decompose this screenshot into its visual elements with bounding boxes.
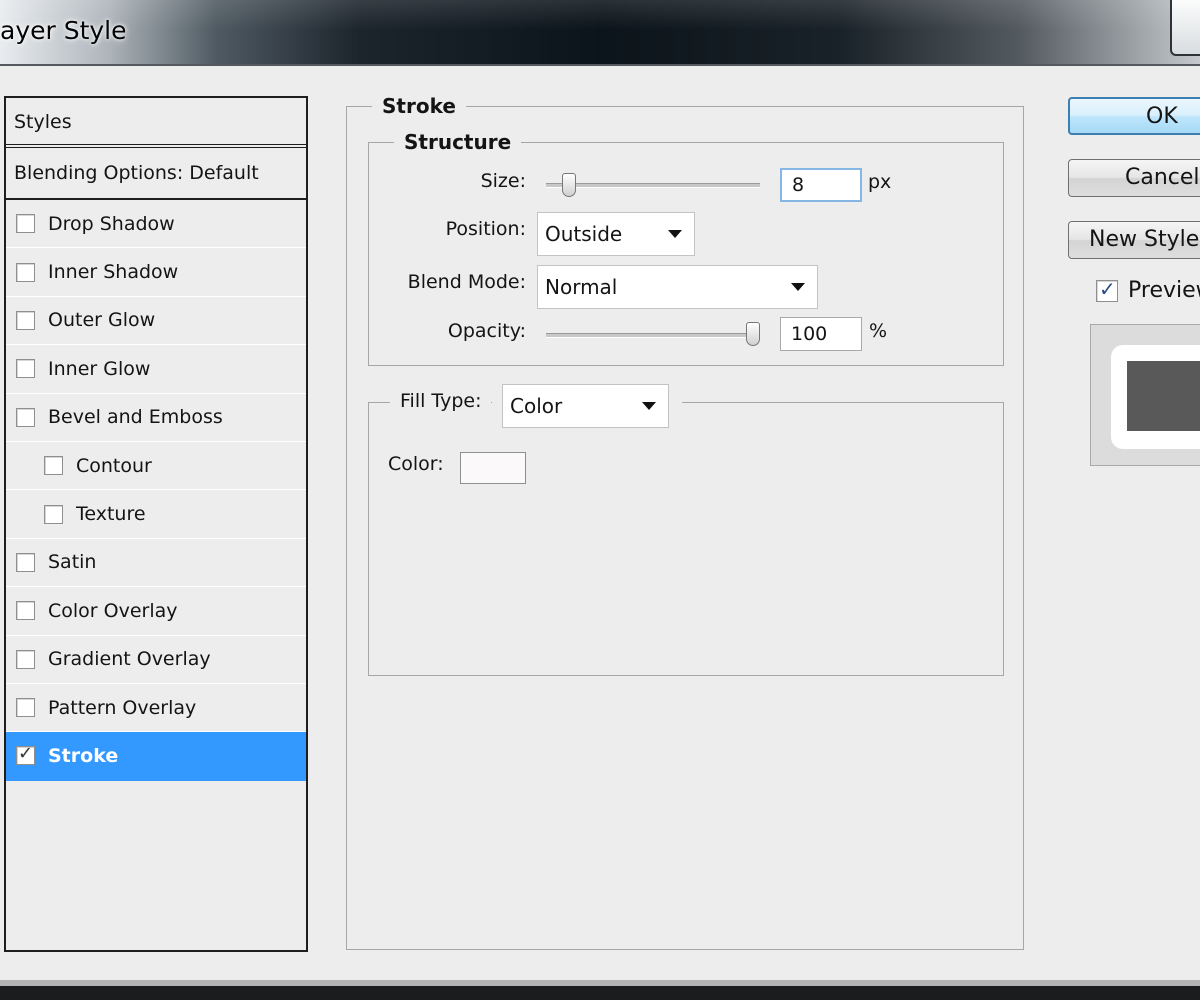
fill-type-select[interactable]: Color	[502, 384, 669, 428]
blend-mode-value: Normal	[545, 275, 618, 299]
style-item-texture[interactable]: Texture	[6, 490, 306, 539]
fill-type-label: Fill Type:	[390, 386, 492, 424]
style-item-inner-glow[interactable]: Inner Glow	[6, 345, 306, 394]
style-item-outer-glow[interactable]: Outer Glow	[6, 297, 306, 346]
style-item-inner-shadow[interactable]: Inner Shadow	[6, 248, 306, 297]
preview-label: Preview	[1128, 278, 1200, 303]
preview-checkbox[interactable]	[1096, 277, 1118, 302]
styles-panel: Styles Blending Options: Default Drop Sh…	[4, 96, 308, 952]
preview-stroke	[1111, 345, 1200, 449]
opacity-input[interactable]: 100	[780, 317, 862, 351]
style-checkbox[interactable]	[16, 601, 35, 621]
structure-title: Structure	[394, 130, 522, 154]
style-item-label: Outer Glow	[48, 309, 156, 332]
style-item-gradient-overlay[interactable]: Gradient Overlay	[6, 636, 306, 684]
position-select[interactable]: Outside	[537, 212, 695, 256]
style-item-label: Contour	[76, 454, 152, 477]
position-label: Position:	[445, 218, 526, 240]
style-item-label: Stroke	[48, 744, 119, 767]
style-item-label: Bevel and Emboss	[48, 406, 223, 429]
styles-header[interactable]: Styles	[6, 98, 306, 148]
size-label: Size:	[480, 170, 526, 192]
style-item-drop-shadow[interactable]: Drop Shadow	[6, 200, 306, 249]
style-item-label: Satin	[48, 551, 97, 574]
window-bottom-frame	[0, 980, 1200, 1000]
style-checkbox[interactable]	[16, 698, 35, 718]
opacity-unit: %	[869, 320, 888, 342]
style-checkbox[interactable]	[16, 214, 35, 234]
fill-type-value: Color	[510, 394, 563, 418]
style-item-label: Pattern Overlay	[48, 696, 197, 719]
position-value: Outside	[545, 222, 623, 246]
title-bar-shine	[0, 0, 1200, 30]
color-swatch[interactable]	[460, 452, 526, 484]
blend-mode-select[interactable]: Normal	[537, 265, 818, 309]
chevron-down-icon	[668, 230, 682, 238]
size-slider-track[interactable]	[546, 183, 760, 188]
style-checkbox[interactable]	[16, 310, 35, 330]
style-list: Drop Shadow Inner Shadow Outer Glow Inner G…	[6, 200, 306, 781]
style-item-label: Texture	[76, 503, 146, 526]
blend-mode-label: Blend Mode:	[407, 271, 526, 293]
cancel-button[interactable]: Cancel	[1068, 159, 1200, 197]
preview-fill	[1127, 361, 1200, 431]
fill-group	[368, 402, 1004, 676]
style-checkbox[interactable]	[16, 743, 35, 766]
chevron-down-icon	[791, 283, 805, 291]
size-slider-thumb[interactable]	[562, 173, 576, 197]
opacity-slider-track[interactable]	[546, 333, 760, 338]
preview-thumbnail	[1090, 324, 1200, 466]
style-item-stroke[interactable]: Stroke	[6, 732, 306, 781]
preview-checkbox-row[interactable]: Preview	[1096, 277, 1200, 303]
style-item-bevel-and-emboss[interactable]: Bevel and Emboss	[6, 394, 306, 442]
stroke-title: Stroke	[372, 94, 466, 118]
style-item-pattern-overlay[interactable]: Pattern Overlay	[6, 684, 306, 733]
close-button[interactable]	[1170, 0, 1200, 56]
title-bar[interactable]: ayer Style	[0, 0, 1200, 66]
window-title: ayer Style	[0, 16, 127, 45]
style-item-label: Inner Shadow	[48, 261, 179, 284]
style-checkbox[interactable]	[16, 262, 35, 282]
new-style-button[interactable]: New Style...	[1068, 221, 1200, 259]
style-item-satin[interactable]: Satin	[6, 539, 306, 588]
style-item-label: Inner Glow	[48, 357, 151, 380]
style-checkbox[interactable]	[16, 552, 35, 572]
style-item-label: Drop Shadow	[48, 212, 175, 235]
opacity-label: Opacity:	[447, 320, 526, 342]
style-item-contour[interactable]: Contour	[6, 442, 306, 491]
blending-options-item[interactable]: Blending Options: Default	[6, 148, 306, 200]
opacity-slider-thumb[interactable]	[746, 322, 760, 346]
style-checkbox[interactable]	[44, 504, 63, 524]
style-checkbox[interactable]	[16, 649, 35, 669]
style-checkbox[interactable]	[16, 407, 35, 427]
style-checkbox[interactable]	[16, 359, 35, 379]
color-label: Color:	[388, 453, 444, 475]
ok-button[interactable]: OK	[1068, 97, 1200, 135]
size-unit: px	[868, 171, 892, 193]
style-item-label: Gradient Overlay	[48, 648, 211, 671]
style-item-label: Color Overlay	[48, 599, 178, 622]
style-checkbox[interactable]	[44, 456, 63, 476]
chevron-down-icon	[642, 402, 656, 410]
size-input[interactable]: 8	[780, 168, 862, 202]
style-item-color-overlay[interactable]: Color Overlay	[6, 587, 306, 636]
